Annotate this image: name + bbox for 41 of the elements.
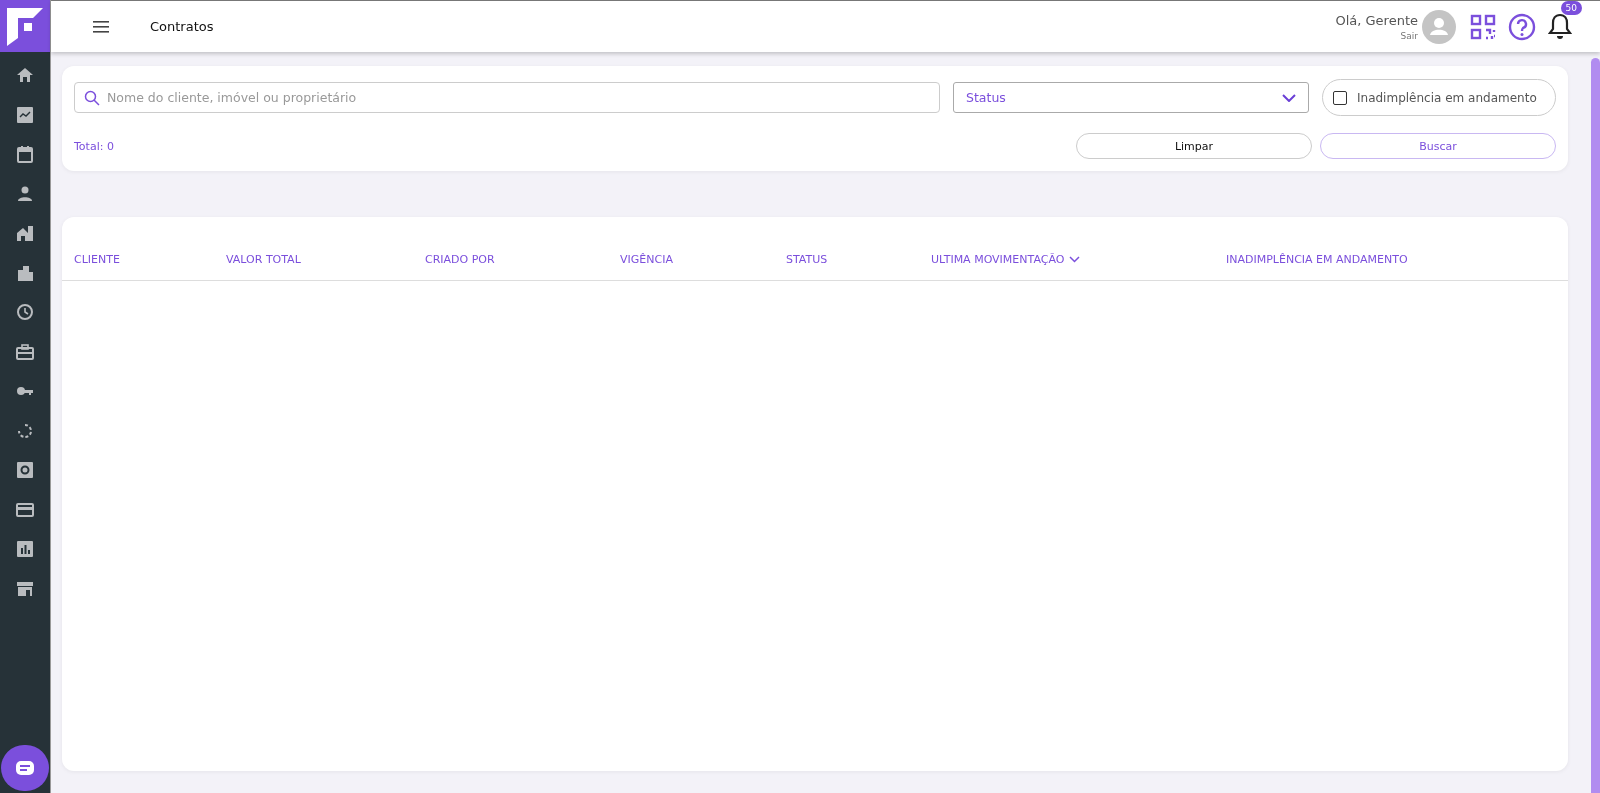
home-icon[interactable] — [16, 66, 34, 84]
bar-chart-icon[interactable] — [16, 540, 34, 558]
settings-icon[interactable] — [16, 461, 34, 479]
search-icon — [84, 90, 100, 106]
menu-icon[interactable] — [93, 20, 109, 33]
briefcase-icon[interactable] — [16, 342, 34, 361]
page-title: Contratos — [150, 19, 214, 34]
column-header[interactable]: VIGÊNCIA — [620, 253, 786, 266]
total-count: Total: 0 — [74, 139, 114, 153]
store-icon[interactable] — [16, 579, 34, 598]
column-header[interactable]: ULTIMA MOVIMENTAÇÃO — [931, 253, 1226, 266]
bell-icon[interactable] — [1548, 13, 1572, 40]
checkbox[interactable] — [1333, 90, 1347, 105]
column-header[interactable]: CLIENTE — [74, 253, 226, 266]
person-icon[interactable] — [16, 184, 34, 203]
chat-icon — [15, 760, 35, 776]
sort-chevron-icon[interactable] — [1069, 256, 1081, 263]
credit-card-icon[interactable] — [16, 500, 34, 519]
status-dropdown[interactable]: Status — [953, 82, 1309, 113]
calendar-icon[interactable] — [16, 145, 34, 163]
search-button[interactable]: Buscar — [1320, 133, 1556, 159]
chat-button[interactable] — [1, 745, 49, 791]
logo-icon[interactable] — [0, 0, 50, 52]
logout-link[interactable]: Sair — [1400, 30, 1418, 41]
chevron-down-icon — [1282, 93, 1296, 102]
trend-chart-icon[interactable] — [16, 105, 34, 124]
column-header[interactable]: INADIMPLÊNCIA EM ANDAMENTO — [1226, 253, 1556, 266]
help-icon[interactable] — [1508, 12, 1536, 41]
column-header[interactable]: VALOR TOTAL — [226, 253, 425, 266]
column-header[interactable]: STATUS — [786, 253, 931, 266]
building-icon[interactable] — [16, 263, 34, 282]
user-greeting: Olá, Gerente — [1335, 12, 1418, 28]
column-header[interactable]: CRIADO POR — [425, 253, 620, 266]
qr-code-icon[interactable] — [1470, 13, 1496, 40]
notification-badge: 50 — [1560, 1, 1582, 15]
clear-button[interactable]: Limpar — [1076, 133, 1312, 159]
house-icon[interactable] — [16, 224, 34, 242]
search-field[interactable]: Nome do cliente, imóvel ou proprietário — [74, 82, 940, 113]
scrollbar[interactable] — [1591, 58, 1600, 793]
refresh-icon[interactable] — [16, 421, 34, 440]
clock-icon[interactable] — [16, 303, 34, 321]
